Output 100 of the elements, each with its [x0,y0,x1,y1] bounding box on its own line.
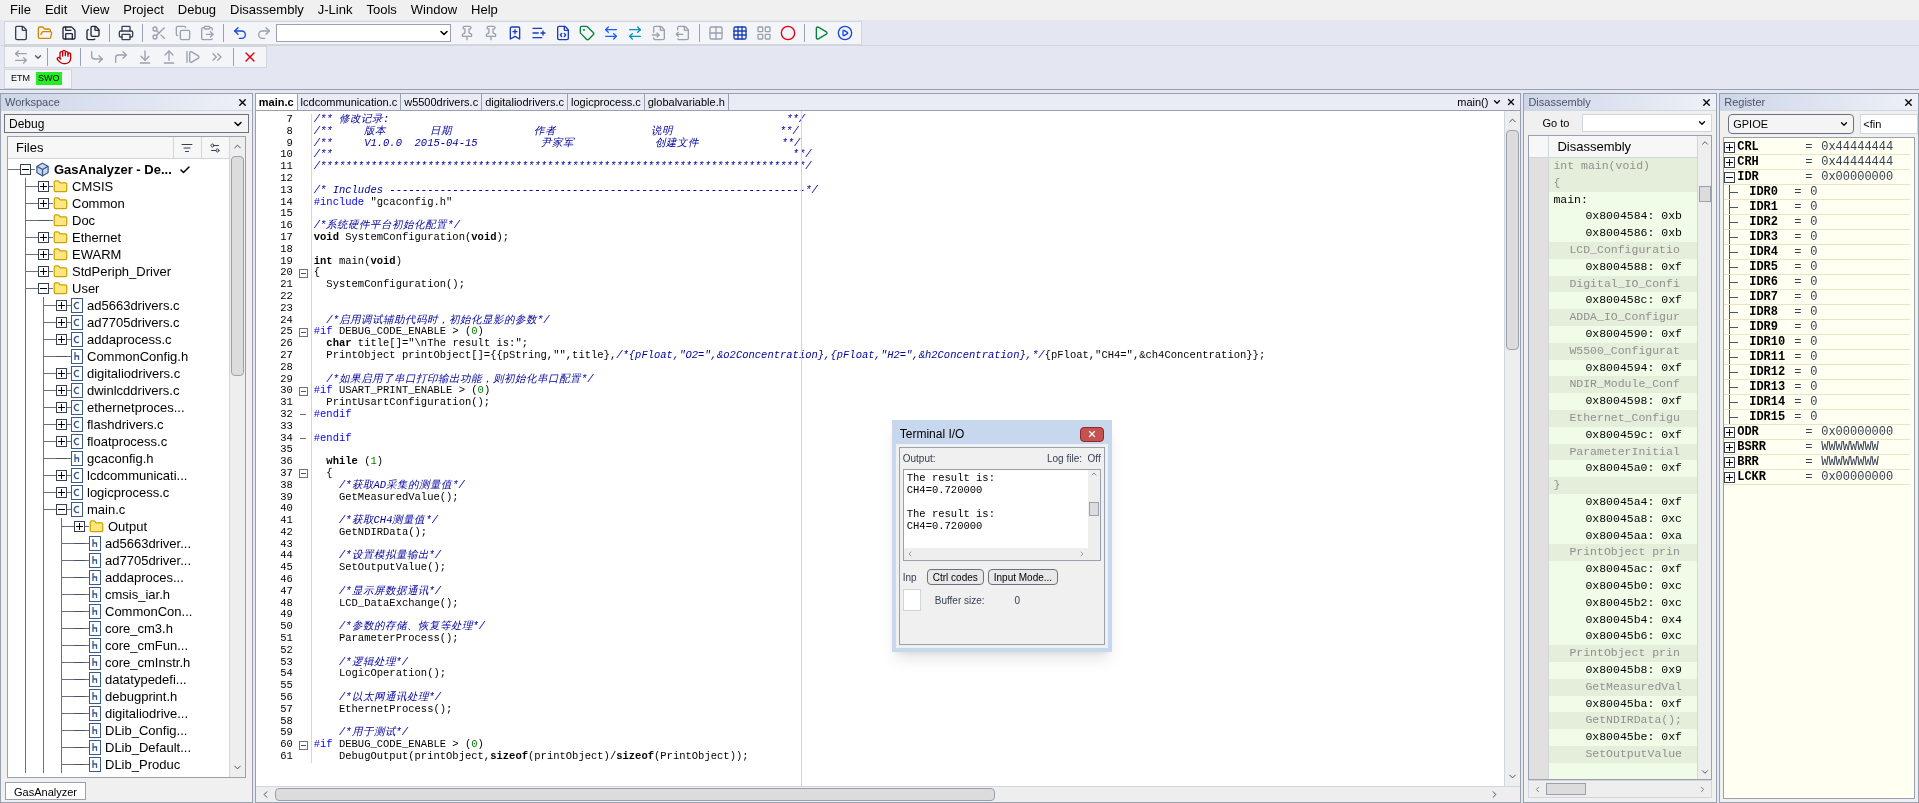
input-field[interactable] [902,589,921,611]
scrollbar[interactable] [1504,111,1521,786]
register-name: IDR13 [1749,380,1786,394]
disassembly-line: 0x80045b4: 0x4 [1585,612,1683,626]
copy-icon [175,24,191,41]
expand-icon[interactable] [56,368,67,379]
arrow-down-icon[interactable] [1699,767,1710,777]
fold-icon[interactable] [298,327,308,337]
menu-item[interactable]: Edit [38,0,74,20]
line-number: 14 [279,196,294,209]
menu-item[interactable]: Tools [360,0,403,20]
step-icon [137,49,153,65]
dot-icon [780,24,796,41]
close-icon[interactable] [1506,97,1517,107]
arrow-up-icon[interactable] [1699,138,1710,148]
caret-icon[interactable] [33,52,43,62]
menu-item[interactable]: Project [117,0,170,20]
close-button[interactable] [1079,426,1104,442]
menu-item[interactable]: Debug [171,0,223,20]
expand-icon[interactable] [1724,426,1736,438]
file-tab[interactable]: digitaliodrivers.c [482,94,569,110]
expand-icon[interactable] [38,232,49,243]
disassembly-line: 0x8004588: 0xf [1585,259,1683,273]
menu-item[interactable]: Help [465,0,504,20]
equals-sign: = [1805,154,1814,171]
close-icon[interactable] [1903,96,1914,108]
header-file-icon [89,723,101,738]
expand-icon[interactable] [56,300,67,311]
file-tab[interactable]: w5500drivers.c [401,94,483,110]
fold-icon[interactable] [298,268,308,278]
expand-icon[interactable] [56,385,67,396]
output-line: CH4=0.720000 [906,484,984,496]
line-number: 32 [279,408,294,421]
close-icon[interactable] [236,96,248,108]
file-tab[interactable]: logicprocess.c [568,94,645,110]
scroll-thumb[interactable] [1506,130,1520,350]
file-tab[interactable]: globalvariable.h [644,94,729,110]
toolbar-button[interactable]: SWO [36,71,62,86]
menu-item[interactable]: J-Link [311,0,359,20]
arrow-up-icon[interactable] [1089,470,1098,478]
folder-icon [37,24,53,41]
group-dropdown[interactable]: GPIOE [1728,114,1855,134]
menu-item[interactable]: View [75,0,116,20]
tab[interactable]: GasAnalyzer [5,782,86,800]
header-file-icon [89,536,101,551]
expand-icon[interactable] [38,266,49,277]
expand-icon[interactable] [56,436,67,447]
close-icon[interactable] [1701,96,1713,108]
window-title: Terminal I/O [899,426,965,443]
expand-icon[interactable] [56,334,67,345]
header-file-icon [89,655,101,670]
scrollbar[interactable] [228,137,245,777]
step-icon [89,49,105,65]
collapse-icon[interactable] [20,164,31,175]
expand-icon[interactable] [1724,441,1736,453]
file-tab[interactable]: lcdcommunication.c [297,94,402,110]
expand-icon[interactable] [56,487,67,498]
code-line: /*显示屏数据通讯*/ [337,585,442,598]
dialog-button[interactable]: Ctrl codes [926,569,984,585]
expand-icon[interactable] [56,402,67,413]
line-number: 20 [279,267,294,280]
expand-icon[interactable] [56,470,67,481]
expand-icon[interactable] [56,419,67,430]
expand-icon[interactable] [1724,456,1736,468]
menu-item[interactable]: File [4,0,37,20]
code-line: /*获取AD采集的测量值*/ [337,479,465,492]
menu-item[interactable]: Disassembly [224,0,310,20]
filter-icon[interactable] [181,141,194,154]
function-dropdown[interactable]: main() [1453,94,1521,110]
code-line: /*设置模拟量输出*/ [337,550,442,562]
register-value: 0x44444444 [1821,154,1894,171]
expand-icon[interactable] [38,249,49,260]
expand-icon[interactable] [74,521,85,532]
file-tab[interactable]: main.c [255,94,298,110]
expand-icon[interactable] [38,198,49,209]
expand-icon[interactable] [1724,141,1736,153]
fold-icon[interactable] [298,469,308,479]
horizontal-scrollbar[interactable] [255,786,1521,802]
expand-icon[interactable] [56,317,67,328]
goto-field[interactable] [1582,114,1713,132]
collapse-icon[interactable] [56,504,67,515]
options-icon[interactable] [209,141,222,154]
fold-icon[interactable] [298,740,308,750]
menu-item[interactable]: Window [404,0,464,20]
collapse-icon[interactable] [1724,171,1736,183]
code-line: GetMeasuredValue(); [337,491,459,504]
collapse-icon[interactable] [38,283,49,294]
expand-icon[interactable] [1724,471,1736,483]
config-dropdown[interactable]: Debug [4,114,249,133]
toolbar-button[interactable]: ETM [9,71,32,86]
find-field[interactable]: <fin [1860,114,1918,134]
scroll-thumb[interactable] [1698,186,1711,202]
scroll-thumb[interactable] [230,156,244,376]
expand-icon[interactable] [38,181,49,192]
expand-icon[interactable] [1724,156,1736,168]
scroll-thumb[interactable] [1088,502,1099,516]
fold-icon[interactable] [298,386,308,396]
dialog-button[interactable]: Input Mode... [987,569,1059,585]
scroll-thumb[interactable] [1546,783,1587,795]
scroll-thumb[interactable] [274,788,995,801]
